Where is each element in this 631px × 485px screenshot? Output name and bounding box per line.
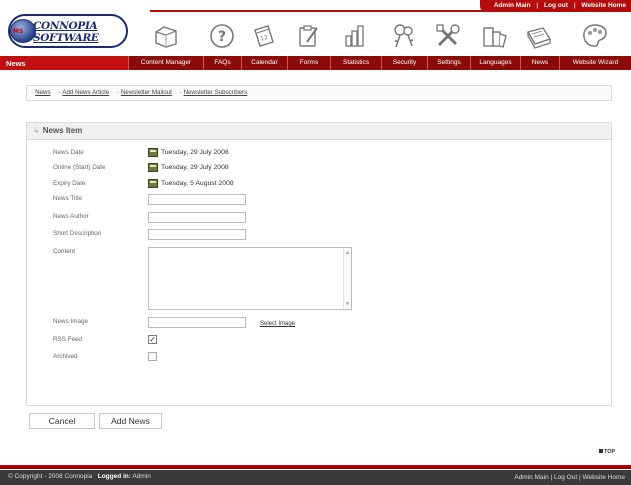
palette-icon — [583, 24, 607, 47]
top-admin-main-link[interactable]: Admin Main — [494, 2, 531, 9]
rss-feed-label: RSS Feed — [53, 336, 83, 343]
footer-admin-main-link[interactable]: Admin Main — [514, 474, 548, 481]
add-news-button[interactable]: Add News — [99, 413, 162, 429]
content-textarea[interactable]: ▲ ▼ — [148, 247, 352, 310]
top-website-home-link[interactable]: Website Home — [581, 2, 626, 9]
news-date-field[interactable]: Tuesday, 29 July 2008 — [148, 148, 229, 157]
top-label: TOP — [604, 449, 616, 455]
news-image-label: News Image — [53, 318, 88, 325]
back-to-top-link[interactable]: TOP — [599, 449, 615, 455]
nav-label: Content Manager — [128, 56, 203, 70]
nav-label: Security — [381, 56, 427, 70]
separator: | — [536, 2, 539, 9]
news-date-label: News Date — [53, 149, 84, 156]
question-icon: ? — [210, 24, 234, 48]
subnav-add-news-article-link[interactable]: Add News Article — [62, 89, 109, 96]
news-title-input[interactable] — [148, 194, 246, 205]
panel-arrow-icon: ↳ — [33, 126, 40, 135]
keys-icon — [394, 24, 414, 48]
news-date-value: Tuesday, 29 July 2008 — [161, 149, 229, 156]
nav-label: Statistics — [330, 56, 381, 70]
footer-red-line — [0, 465, 631, 469]
expiry-date-label: Expiry Date — [53, 180, 86, 187]
calendar-picker-icon[interactable] — [148, 163, 158, 172]
scroll-down-icon[interactable]: ▼ — [345, 301, 350, 307]
svg-text:?: ? — [218, 29, 226, 45]
copyright-text: © Copyright - 2008 Connopia — [8, 473, 93, 480]
archived-label: Archived — [53, 353, 78, 360]
online-date-value: Tuesday, 29 July 2008 — [161, 164, 229, 171]
tools-icon — [436, 24, 460, 47]
top-links-box: Admin Main | Log out | Website Home — [479, 0, 631, 12]
subnav-news-link[interactable]: News — [35, 89, 50, 96]
news-image-input[interactable] — [148, 317, 246, 328]
footer-links: Admin Main | Log Out | Website Home — [514, 474, 625, 481]
nav-label: Website Wizard — [559, 56, 631, 70]
expiry-date-value: Tuesday, 5 August 2008 — [161, 180, 234, 187]
subnav-newsletter-subscribers-link[interactable]: Newsletter Subscribers — [184, 89, 248, 96]
footer-log-out-link[interactable]: Log Out — [554, 474, 577, 481]
calendar-picker-icon[interactable] — [148, 148, 158, 157]
clipboard-icon — [299, 25, 318, 47]
online-date-field[interactable]: Tuesday, 29 July 2008 — [148, 163, 229, 172]
news-item-panel: ↳ News Item News Date Tuesday, 29 July 20… — [26, 122, 612, 406]
folder-icon — [155, 26, 177, 48]
nav-label: FAQs — [203, 56, 241, 70]
select-image-link[interactable]: Select Image — [260, 321, 295, 327]
bar-chart-icon — [345, 25, 364, 47]
logged-in-user: Admin — [132, 473, 151, 480]
books-icon — [483, 27, 507, 48]
nav-label: Calendar — [241, 56, 287, 70]
separator: | — [573, 2, 576, 9]
logo-wordmark: CONNOPIA SOFTWARE — [33, 20, 99, 44]
top-links-bar: Admin Main | Log out | Website Home — [0, 0, 631, 14]
top-arrow-icon — [599, 449, 603, 453]
calendar-icon: 12 — [254, 25, 274, 47]
subnav-newsletter-mailout-link[interactable]: Newsletter Mailout — [121, 89, 172, 96]
panel-header: ↳ News Item — [27, 123, 611, 140]
sub-nav-breadcrumb: - News - Add News Article - Newsletter Mail… — [26, 85, 612, 101]
cancel-button[interactable]: Cancel — [29, 413, 95, 429]
short-description-label: Short Description — [53, 230, 102, 237]
top-log-out-link[interactable]: Log out — [544, 2, 568, 9]
online-date-label: Online (Start) Date — [53, 164, 106, 171]
news-author-label: News Author — [53, 213, 89, 220]
logged-in-label: Logged in: — [97, 473, 131, 480]
scroll-up-icon[interactable]: ▲ — [345, 250, 350, 256]
content-scrollbar[interactable]: ▲ ▼ — [343, 248, 351, 309]
news-title-label: News Title — [53, 195, 83, 202]
rss-feed-checkbox[interactable]: ✓ — [148, 335, 157, 344]
logo-badge: MS — [13, 28, 24, 35]
content-label: Content — [53, 248, 76, 255]
nav-label: Settings — [427, 56, 470, 70]
nav-label: News — [520, 56, 559, 70]
archived-checkbox[interactable] — [148, 352, 157, 361]
short-description-input[interactable] — [148, 229, 246, 240]
connopia-logo: MS CONNOPIA SOFTWARE — [8, 14, 133, 51]
footer-bar: © Copyright - 2008 Connopia Logged in: A… — [0, 470, 631, 485]
news-author-input[interactable] — [148, 212, 246, 223]
nav-label: Languages — [470, 56, 520, 70]
nav-section-title: News — [0, 56, 128, 70]
panel-title: News Item — [42, 126, 83, 135]
nav-label: Forms — [287, 56, 330, 70]
calendar-picker-icon[interactable] — [148, 179, 158, 188]
expiry-date-field[interactable]: Tuesday, 5 August 2008 — [148, 179, 234, 188]
separator: | — [578, 474, 581, 481]
separator: | — [550, 474, 553, 481]
footer-website-home-link[interactable]: Website Home — [582, 474, 625, 481]
newspaper-icon — [526, 27, 552, 49]
